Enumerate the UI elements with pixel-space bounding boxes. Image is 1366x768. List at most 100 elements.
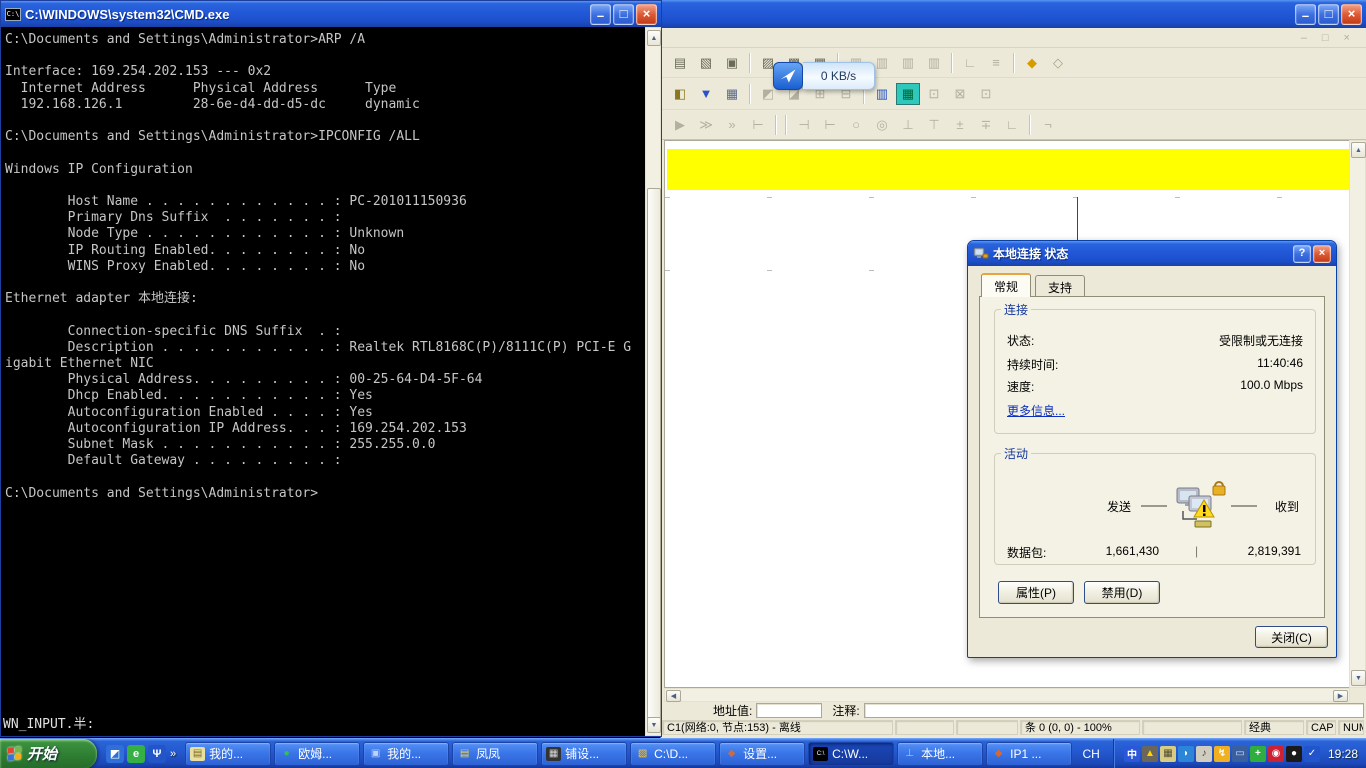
tb-vertical-line-icon[interactable]: ⊥ [896, 114, 920, 136]
tb-instruction-icon[interactable]: ∟ [1000, 114, 1024, 136]
quicklaunch-uc-icon[interactable]: Ψ [148, 745, 166, 763]
scroll-right-icon[interactable] [1333, 690, 1348, 702]
task-omron[interactable]: ●欧姆... [274, 742, 360, 766]
tb-rung-up-icon[interactable]: ± [948, 114, 972, 136]
tray-antivirus-green-icon[interactable]: + [1250, 746, 1266, 762]
dialog-help-button[interactable] [1293, 245, 1311, 263]
quicklaunch-browser-icon[interactable]: e [127, 745, 145, 763]
scroll-up-icon[interactable] [647, 30, 661, 46]
tb-step-trace-icon[interactable]: ∟ [958, 52, 982, 74]
net-speed-widget[interactable]: 0 KB/s [773, 62, 875, 90]
activity-group-title: 活动 [1001, 445, 1031, 462]
tb-watch-window-icon[interactable]: ▦ [896, 83, 920, 105]
tb-return-icon[interactable]: ¬ [1036, 114, 1060, 136]
app-titlebar[interactable] [661, 0, 1366, 28]
tb-coil-set-icon[interactable]: ◎ [870, 114, 894, 136]
task-ip1[interactable]: ◆IP1 ... [986, 742, 1072, 766]
tb-contact-no-icon[interactable]: ⊣ [792, 114, 816, 136]
tb-coil-icon[interactable]: ○ [844, 114, 868, 136]
tb-stop-icon[interactable]: ⊢ [746, 114, 770, 136]
quicklaunch-overflow-chevron-icon[interactable]: » [170, 748, 176, 760]
disable-button[interactable]: 禁用(D) [1084, 581, 1160, 604]
tb-grid-icon[interactable]: ▦ [720, 83, 744, 105]
received-label: 收到 [1275, 498, 1299, 515]
tb-io-table-3-icon[interactable]: ▥ [896, 52, 920, 74]
canvas-vertical-scrollbar[interactable] [1349, 140, 1366, 688]
tb-contact-nc-icon[interactable]: ⊢ [818, 114, 842, 136]
tb-go-online-icon[interactable]: ▶ [668, 114, 692, 136]
tb-lock-icon[interactable]: ◆ [1020, 52, 1044, 74]
tb-output-window-icon[interactable]: ⊡ [922, 83, 946, 105]
dialog-close-x-button[interactable] [1313, 245, 1331, 263]
mdi-child-controls-icon[interactable] [1301, 32, 1356, 44]
tb-run-icon[interactable]: » [720, 114, 744, 136]
address-input[interactable] [756, 703, 822, 718]
console-output: C:\Documents and Settings\Administrator>… [5, 32, 631, 502]
tray-qq-icon[interactable]: ● [1286, 746, 1302, 762]
tb-transfer-stack-icon[interactable]: ▼ [694, 83, 718, 105]
tray-soft-keyboard-icon[interactable]: ▦ [1160, 746, 1176, 762]
console-area[interactable]: C:\Documents and Settings\Administrator>… [1, 27, 661, 736]
canvas-horizontal-scrollbar[interactable] [664, 688, 1350, 702]
tray-security-red-icon[interactable]: ◉ [1268, 746, 1284, 762]
task-cmd[interactable]: C:\C:\W... [808, 742, 894, 766]
task-my-documents[interactable]: ▤我的... [185, 742, 271, 766]
tray-pigeon-messenger-icon[interactable]: ◗ [1178, 746, 1194, 762]
tray-display-warning-icon[interactable]: ▲ [1142, 746, 1158, 762]
app-close-button[interactable] [1341, 4, 1362, 25]
speed-value: 100.0 Mbps [1240, 378, 1303, 392]
tray-security-shield-icon[interactable]: ↯ [1214, 746, 1230, 762]
task-c-drive-doc[interactable]: ▧C:\D... [630, 742, 716, 766]
tray-volume-icon[interactable]: ♪ [1196, 746, 1212, 762]
scrollbar-thumb[interactable] [647, 188, 661, 720]
cmd-close-button[interactable] [636, 4, 657, 25]
tb-io-table-4-icon[interactable]: ▥ [922, 52, 946, 74]
app-minimize-button[interactable] [1295, 4, 1316, 25]
quicklaunch-media-app-icon[interactable]: ◩ [106, 745, 124, 763]
console-vertical-scrollbar[interactable] [645, 27, 661, 736]
tb-time-chart-icon[interactable]: ≡ [984, 52, 1008, 74]
tb-find-icon[interactable]: ▣ [720, 52, 744, 74]
status-numlock-cell: NUM [1338, 720, 1364, 735]
tray-ime-language-icon[interactable]: 中 [1124, 746, 1140, 762]
task-pushe[interactable]: ▦铺设... [541, 742, 627, 766]
tray-checked-app-icon[interactable]: ✓ [1304, 746, 1320, 762]
tb-unlock-icon[interactable]: ◇ [1046, 52, 1070, 74]
tab-general[interactable]: 常规 [981, 273, 1031, 297]
tb-new-icon[interactable]: ▤ [668, 52, 692, 74]
properties-button[interactable]: 属性(P) [998, 581, 1074, 604]
task-fengfeng[interactable]: ▤凤凤 [452, 742, 538, 766]
scroll-up-icon[interactable] [1351, 142, 1366, 158]
tb-horizontal-line-icon[interactable]: ⊤ [922, 114, 946, 136]
app-restore-button[interactable] [1318, 4, 1339, 25]
tb-options-icon[interactable]: ⊡ [974, 83, 998, 105]
more-info-link[interactable]: 更多信息... [1007, 402, 1065, 419]
language-indicator[interactable]: CH [1076, 742, 1106, 766]
dialog-titlebar[interactable]: 本地连接 状态 [968, 241, 1336, 266]
cmd-titlebar[interactable]: C:\ C:\WINDOWS\system32\CMD.exe [1, 1, 661, 27]
desktop: ▤▧▣▨▩▦▥▥▥▥∟≡◆◇ ◧▼▦◩◪⊞⊟▥▦⊡⊠⊡ ▶≫»⊢⊣⊢○◎⊥⊤±∓… [0, 0, 1366, 768]
scroll-down-icon[interactable] [647, 717, 661, 733]
cmd-minimize-button[interactable] [590, 4, 611, 25]
tb-cross-ref-icon[interactable]: ⊠ [948, 83, 972, 105]
close-button[interactable]: 关闭(C) [1255, 626, 1328, 648]
start-button[interactable]: 开始 [0, 739, 97, 768]
cmd-restore-button[interactable] [613, 4, 634, 25]
tab-support[interactable]: 支持 [1035, 275, 1085, 297]
scroll-left-icon[interactable] [666, 690, 681, 702]
comment-input[interactable] [864, 703, 1364, 718]
task-settings[interactable]: ◆设置... [719, 742, 805, 766]
task-local-connection[interactable]: ⊥本地... [897, 742, 983, 766]
task-my-computer[interactable]: ▣我的... [363, 742, 449, 766]
tb-edit-mode-icon[interactable]: ◧ [668, 83, 692, 105]
tb-rung-down-icon[interactable]: ∓ [974, 114, 998, 136]
scroll-down-icon[interactable] [1351, 670, 1366, 686]
task-label: 凤凤 [476, 745, 500, 762]
status-connection-cell: C1(网络:0, 节点:153) - 离线 [662, 720, 893, 735]
tb-open-export-icon[interactable]: ▧ [694, 52, 718, 74]
tray-clock[interactable]: 19:28 [1328, 747, 1358, 761]
tb-monitor-icon[interactable]: ≫ [694, 114, 718, 136]
task-label: C:\D... [654, 747, 688, 761]
toolbar-row-2: ◧▼▦◩◪⊞⊟▥▦⊡⊠⊡ [661, 78, 1366, 110]
tray-display-settings-icon[interactable]: ▭ [1232, 746, 1248, 762]
